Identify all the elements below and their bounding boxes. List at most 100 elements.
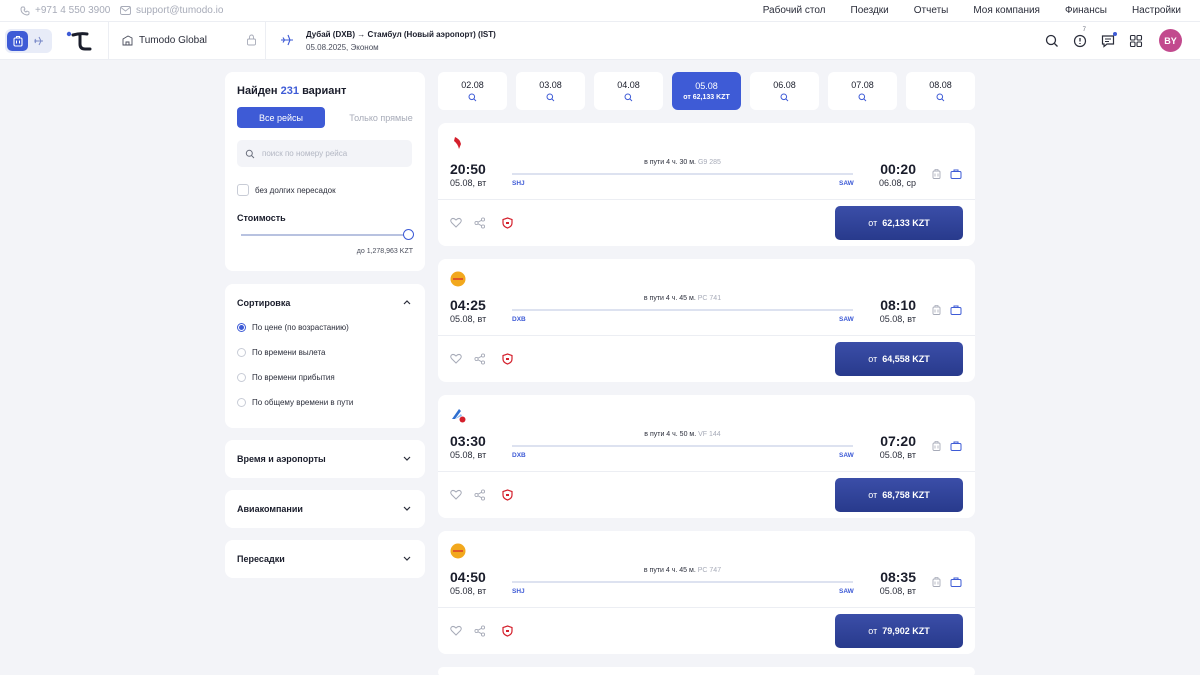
price-prefix: от — [868, 354, 878, 364]
flight-number-input[interactable] — [262, 149, 402, 158]
route-summary[interactable]: Дубай (DXB) → Стамбул (Новый аэропорт) (… — [306, 30, 496, 52]
carry-on-icon[interactable] — [931, 576, 942, 588]
sort-option-duration[interactable]: По общему времени в пути — [237, 398, 353, 407]
flight-card-partial — [438, 667, 975, 675]
carry-on-icon[interactable] — [931, 168, 942, 180]
date-tab-selected[interactable]: 05.08 от 62,133 KZT — [672, 72, 741, 110]
baggage-icon[interactable] — [950, 576, 962, 588]
search-icon — [468, 93, 477, 102]
destination-airport: SAW — [839, 452, 854, 459]
company-selector[interactable]: Tumodo Global — [122, 35, 207, 46]
duration-text: в пути 4 ч. 50 м. — [644, 431, 697, 438]
share-icon[interactable] — [474, 625, 486, 637]
mode-travel-button[interactable] — [7, 31, 28, 51]
duration-text: в пути 4 ч. 45 м. — [643, 567, 696, 574]
section-title: Время и аэропорты — [237, 454, 326, 464]
apps-button[interactable] — [1128, 33, 1144, 49]
date-tab[interactable]: 04.08 — [594, 72, 663, 110]
airplane-icon — [34, 36, 43, 45]
transfers-section[interactable]: Пересадки — [225, 540, 425, 578]
flight-duration: в пути 4 ч. 45 м. PC 747 — [512, 567, 853, 574]
heart-icon[interactable] — [450, 625, 462, 636]
flight-duration: в пути 4 ч. 30 м. G9 285 — [512, 159, 853, 166]
nav-trips[interactable]: Поездки — [851, 5, 889, 16]
share-icon[interactable] — [474, 489, 486, 501]
radio[interactable] — [237, 348, 246, 357]
select-flight-button[interactable]: от 68,758 KZT — [835, 478, 963, 512]
arrival-time: 07:20 — [880, 433, 916, 449]
found-count: 231 — [280, 85, 299, 97]
phone-contact[interactable]: +971 4 550 3900 — [20, 5, 110, 16]
chat-button[interactable] — [1100, 32, 1117, 49]
heart-icon[interactable] — [450, 353, 462, 364]
radio[interactable] — [237, 373, 246, 382]
carry-on-icon[interactable] — [931, 304, 942, 316]
company-name: Tumodo Global — [139, 35, 207, 46]
heart-icon[interactable] — [450, 217, 462, 228]
flight-card: 03:30 05.08, вт в пути 4 ч. 50 м. VF 144… — [438, 395, 975, 518]
top-bar: +971 4 550 3900 support@tumodo.io Рабочи… — [0, 0, 1200, 22]
email-contact[interactable]: support@tumodo.io — [120, 5, 223, 16]
airline-logo — [450, 543, 466, 559]
sort-option-label: По общему времени в пути — [252, 398, 354, 407]
radio-selected[interactable] — [237, 323, 246, 332]
all-flights-tab[interactable]: Все рейсы — [237, 107, 325, 128]
date-tab[interactable]: 08.08 — [906, 72, 975, 110]
destination-airport: SAW — [839, 180, 854, 187]
price-range-handle[interactable] — [403, 229, 414, 240]
sort-option-price[interactable]: По цене (по возрастанию) — [237, 323, 349, 332]
nav-finance[interactable]: Финансы — [1065, 5, 1107, 16]
filters-card: Найден 231 вариант Все рейсы Только прям… — [225, 72, 425, 271]
date-tab[interactable]: 03.08 — [516, 72, 585, 110]
chevron-up-icon[interactable] — [403, 299, 411, 305]
no-long-transfers-filter[interactable]: без долгих пересадок — [237, 184, 336, 196]
date-label: 03.08 — [539, 80, 562, 90]
share-icon[interactable] — [474, 353, 486, 365]
nav-reports[interactable]: Отчеты — [914, 5, 949, 16]
baggage-icon[interactable] — [950, 304, 962, 316]
heart-icon[interactable] — [450, 489, 462, 500]
route-line — [512, 445, 853, 447]
policy-shield-icon[interactable] — [502, 625, 513, 637]
flight-card: 20:50 05.08, вт в пути 4 ч. 30 м. G9 285… — [438, 123, 975, 246]
airlines-section[interactable]: Авиакомпании — [225, 490, 425, 528]
price-range-track[interactable] — [241, 234, 406, 236]
flight-card: 04:25 05.08, вт в пути 4 ч. 45 м. PC 741… — [438, 259, 975, 382]
sort-option-label: По времени вылета — [252, 348, 326, 357]
nav-settings[interactable]: Настройки — [1132, 5, 1181, 16]
nav-my-company[interactable]: Моя компания — [973, 5, 1040, 16]
share-icon[interactable] — [474, 217, 486, 229]
sort-option-arrival[interactable]: По времени прибытия — [237, 373, 335, 382]
policy-shield-icon[interactable] — [502, 353, 513, 365]
notifications-count: 7 — [1082, 27, 1086, 33]
mode-flight-button[interactable] — [28, 31, 49, 51]
select-flight-button[interactable]: от 64,558 KZT — [835, 342, 963, 376]
times-airports-section[interactable]: Время и аэропорты — [225, 440, 425, 478]
baggage-icon[interactable] — [950, 168, 962, 180]
notifications-button[interactable]: 7 — [1072, 27, 1088, 49]
search-button[interactable] — [1044, 33, 1060, 49]
date-tab[interactable]: 06.08 — [750, 72, 819, 110]
flight-code: PC 741 — [697, 295, 722, 302]
date-label: 04.08 — [617, 80, 640, 90]
origin-airport: DXB — [512, 452, 526, 459]
select-flight-button[interactable]: от 62,133 KZT — [835, 206, 963, 240]
direct-only-tab[interactable]: Только прямые — [337, 107, 425, 128]
policy-shield-icon[interactable] — [502, 217, 513, 229]
date-tab[interactable]: 07.08 — [828, 72, 897, 110]
user-avatar[interactable]: BY — [1159, 29, 1182, 52]
baggage-icon[interactable] — [950, 440, 962, 452]
nav-dashboard[interactable]: Рабочий стол — [763, 5, 826, 16]
search-icon — [858, 93, 867, 102]
carry-on-icon[interactable] — [931, 440, 942, 452]
duration-text: в пути 4 ч. 30 м. — [644, 159, 696, 166]
card-divider — [438, 199, 975, 200]
no-long-transfers-checkbox[interactable] — [237, 184, 249, 196]
sort-option-departure[interactable]: По времени вылета — [237, 348, 326, 357]
date-tab[interactable]: 02.08 — [438, 72, 507, 110]
results-count: Найден 231 вариант — [237, 85, 346, 97]
radio[interactable] — [237, 398, 246, 407]
tumodo-logo[interactable] — [66, 30, 94, 52]
select-flight-button[interactable]: от 79,902 KZT — [835, 614, 963, 648]
policy-shield-icon[interactable] — [502, 489, 513, 501]
